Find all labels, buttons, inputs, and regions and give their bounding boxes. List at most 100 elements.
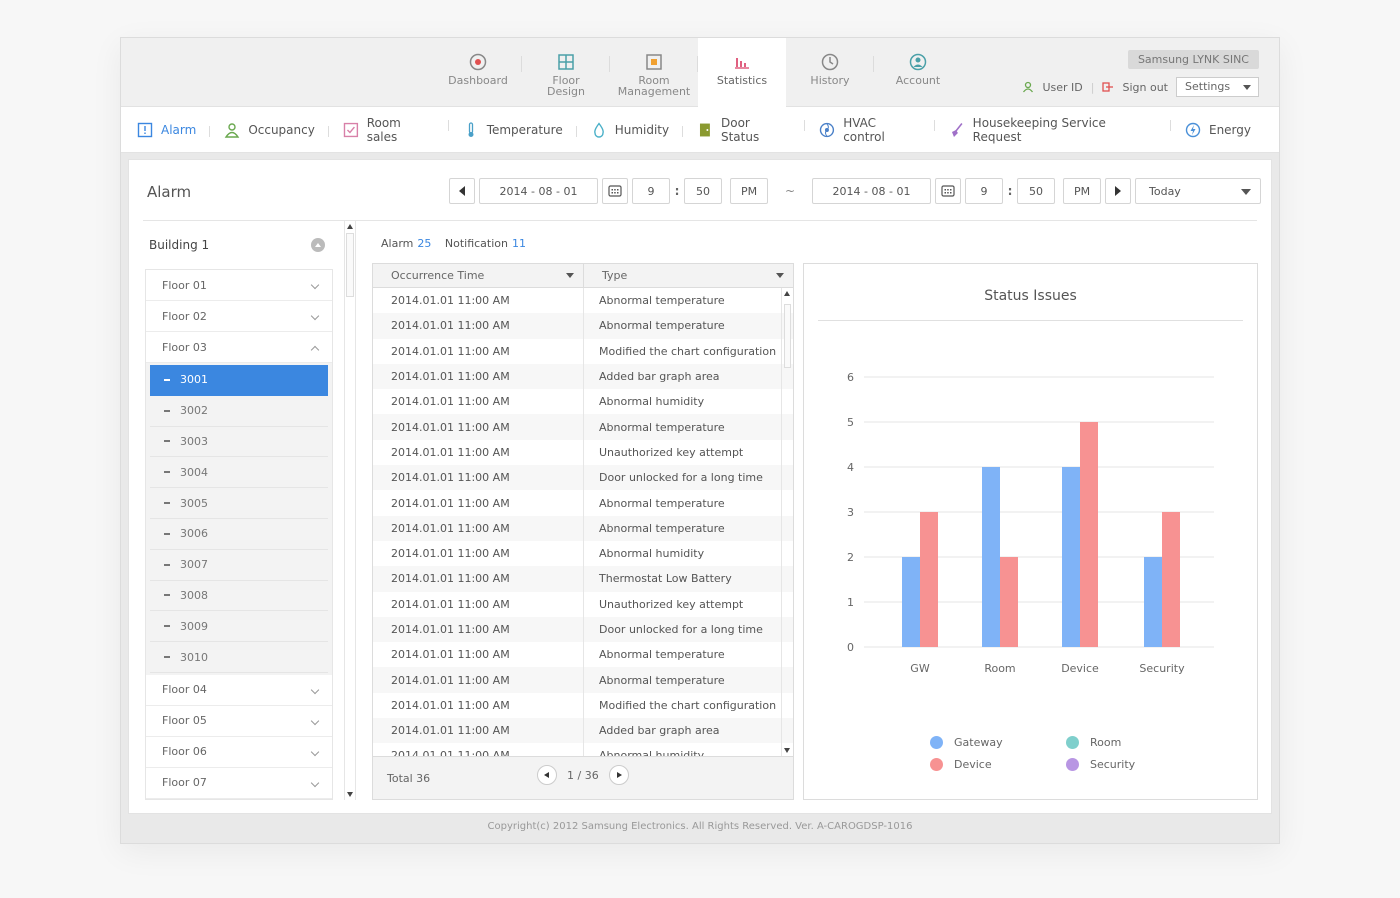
- ampm-to-field[interactable]: PM: [1063, 178, 1101, 204]
- table-row[interactable]: 2014.01.01 11:00 AM Abnormal humidity: [373, 389, 793, 415]
- next-page-button[interactable]: [608, 765, 629, 785]
- nav-floor-design[interactable]: Floor Design: [522, 38, 610, 107]
- sign-out-link[interactable]: Sign out: [1122, 81, 1168, 94]
- table-row[interactable]: 2014.01.01 11:00 AM Abnormal temperature: [373, 490, 793, 516]
- tree-room[interactable]: 3001: [150, 365, 328, 396]
- submenu-door-status[interactable]: Door Status: [697, 116, 806, 144]
- tree-scrollbar[interactable]: [344, 221, 356, 800]
- column-type[interactable]: Type: [584, 264, 793, 287]
- bar-gateway-gw[interactable]: [902, 557, 920, 647]
- tree-room[interactable]: 3007: [150, 550, 328, 581]
- bar-device-device[interactable]: [1080, 422, 1098, 647]
- table-row[interactable]: 2014.01.01 11:00 AM Thermostat Low Batter…: [373, 566, 793, 592]
- tree-floor[interactable]: Floor 05: [146, 705, 332, 737]
- date-from-field[interactable]: 2014 - 08 - 01: [479, 178, 598, 204]
- settings-dropdown[interactable]: Settings: [1176, 77, 1259, 97]
- table-row[interactable]: 2014.01.01 11:00 AM Abnormal temperature: [373, 667, 793, 693]
- bar-device-room[interactable]: [1000, 557, 1018, 647]
- alarm-icon: [137, 122, 153, 137]
- prev-page-button[interactable]: [537, 765, 557, 785]
- scroll-down-icon[interactable]: [784, 748, 790, 753]
- next-range-button[interactable]: [1105, 178, 1131, 204]
- tree-room[interactable]: 3005: [150, 488, 328, 519]
- scroll-down-icon[interactable]: [347, 792, 353, 797]
- nav-dashboard[interactable]: Dashboard: [434, 38, 522, 107]
- date-range-bar: 2014 - 08 - 01 9 : 50 PM ~ 2014 - 08 - 0…: [449, 178, 1261, 204]
- tree-floor[interactable]: Floor 03: [146, 332, 332, 363]
- tree-floor[interactable]: Floor 04: [146, 674, 332, 706]
- scroll-thumb[interactable]: [784, 304, 791, 368]
- legend-swatch: [930, 736, 943, 749]
- scroll-thumb[interactable]: [346, 233, 354, 297]
- scroll-up-icon[interactable]: [347, 224, 353, 229]
- bar-gateway-security[interactable]: [1144, 557, 1162, 647]
- tree-floor[interactable]: Floor 01: [146, 270, 332, 301]
- tree-room[interactable]: 3004: [150, 457, 328, 489]
- nav-history[interactable]: History: [786, 38, 874, 107]
- ampm-from-field[interactable]: PM: [730, 178, 768, 204]
- nav-room-management[interactable]: Room Management: [610, 38, 698, 107]
- minute-to-field[interactable]: 50: [1017, 178, 1055, 204]
- table-row[interactable]: 2014.01.01 11:00 AM Door unlocked for a l…: [373, 616, 793, 643]
- building-header[interactable]: Building 1: [143, 221, 333, 269]
- minute-from-field[interactable]: 50: [684, 178, 722, 204]
- submenu-room-sales[interactable]: Room sales: [343, 116, 449, 144]
- date-to-field[interactable]: 2014 - 08 - 01: [812, 178, 931, 204]
- submenu-temperature[interactable]: Temperature: [463, 121, 577, 138]
- table-row[interactable]: 2014.01.01 11:00 AM Modified the chart co…: [373, 338, 793, 364]
- sort-icon: [776, 273, 784, 278]
- table-row[interactable]: 2014.01.01 11:00 AM Modified the chart co…: [373, 692, 793, 719]
- hour-to-field[interactable]: 9: [965, 178, 1003, 204]
- nav-statistics[interactable]: Statistics: [698, 38, 786, 107]
- scroll-up-icon[interactable]: [784, 291, 790, 296]
- bar-device-security[interactable]: [1162, 512, 1180, 647]
- table-row[interactable]: 2014.01.01 11:00 AM Abnormal temperature: [373, 515, 793, 541]
- tree-room[interactable]: 3010: [150, 642, 328, 673]
- hour-from-field[interactable]: 9: [632, 178, 670, 204]
- submenu-occupancy[interactable]: Occupancy: [224, 122, 329, 138]
- table-row[interactable]: 2014.01.01 11:00 AM Added bar graph area: [373, 718, 793, 744]
- table-row[interactable]: 2014.01.01 11:00 AM Abnormal temperature: [373, 288, 793, 314]
- submenu-hvac-control[interactable]: HVAC control: [819, 116, 936, 144]
- tree-room[interactable]: 3002: [150, 396, 328, 427]
- tree-room[interactable]: 3009: [150, 611, 328, 643]
- legend-item[interactable]: Device: [930, 758, 992, 771]
- nav-account[interactable]: Account: [874, 38, 962, 107]
- submenu-energy[interactable]: Energy: [1185, 122, 1265, 138]
- collapse-icon[interactable]: [311, 238, 325, 252]
- legend-item[interactable]: Security: [1066, 758, 1135, 771]
- calendar-to-button[interactable]: [935, 178, 961, 204]
- table-scrollbar[interactable]: [781, 288, 793, 756]
- submenu-humidity[interactable]: Humidity: [591, 121, 684, 138]
- table-row[interactable]: 2014.01.01 11:00 AM Abnormal temperature: [373, 313, 793, 339]
- tree-room[interactable]: 3008: [150, 581, 328, 612]
- floor-label: Floor 06: [162, 745, 207, 759]
- tree-room[interactable]: 3003: [150, 427, 328, 458]
- tree-floor[interactable]: Floor 06: [146, 736, 332, 768]
- calendar-from-button[interactable]: [602, 178, 628, 204]
- bar-gateway-device[interactable]: [1062, 467, 1080, 647]
- user-id-link[interactable]: User ID: [1042, 81, 1082, 94]
- table-row[interactable]: 2014.01.01 11:00 AM Abnormal temperature: [373, 414, 793, 440]
- tree-room[interactable]: 3006: [150, 519, 328, 550]
- table-row[interactable]: 2014.01.01 11:00 AM Unauthorized key atte…: [373, 591, 793, 617]
- table-row[interactable]: 2014.01.01 11:00 AM Added bar graph area: [373, 363, 793, 390]
- table-row[interactable]: 2014.01.01 11:00 AM Abnormal humidity: [373, 540, 793, 567]
- column-occurrence-time[interactable]: Occurrence Time: [373, 264, 584, 287]
- range-select[interactable]: Today: [1135, 178, 1261, 204]
- tree-floor[interactable]: Floor 02: [146, 301, 332, 332]
- legend-item[interactable]: Gateway: [930, 736, 1003, 749]
- submenu-housekeeping[interactable]: Housekeeping Service Request: [949, 116, 1172, 144]
- chevron-down-icon: [1243, 85, 1251, 90]
- table-row[interactable]: 2014.01.01 11:00 AM Abnormal temperature: [373, 642, 793, 668]
- table-row[interactable]: 2014.01.01 11:00 AM Door unlocked for a l…: [373, 465, 793, 491]
- table-row[interactable]: 2014.01.01 11:00 AM Abnormal humidity: [373, 743, 793, 756]
- prev-range-button[interactable]: [449, 178, 475, 204]
- submenu-alarm[interactable]: Alarm: [137, 122, 211, 138]
- bar-gateway-room[interactable]: [982, 467, 1000, 647]
- tree-floor[interactable]: Floor 07: [146, 767, 332, 799]
- legend-item[interactable]: Room: [1066, 736, 1121, 749]
- table-row[interactable]: 2014.01.01 11:00 AM Unauthorized key atte…: [373, 439, 793, 466]
- bar-device-gw[interactable]: [920, 512, 938, 647]
- cell-type: Unauthorized key attempt: [599, 597, 744, 611]
